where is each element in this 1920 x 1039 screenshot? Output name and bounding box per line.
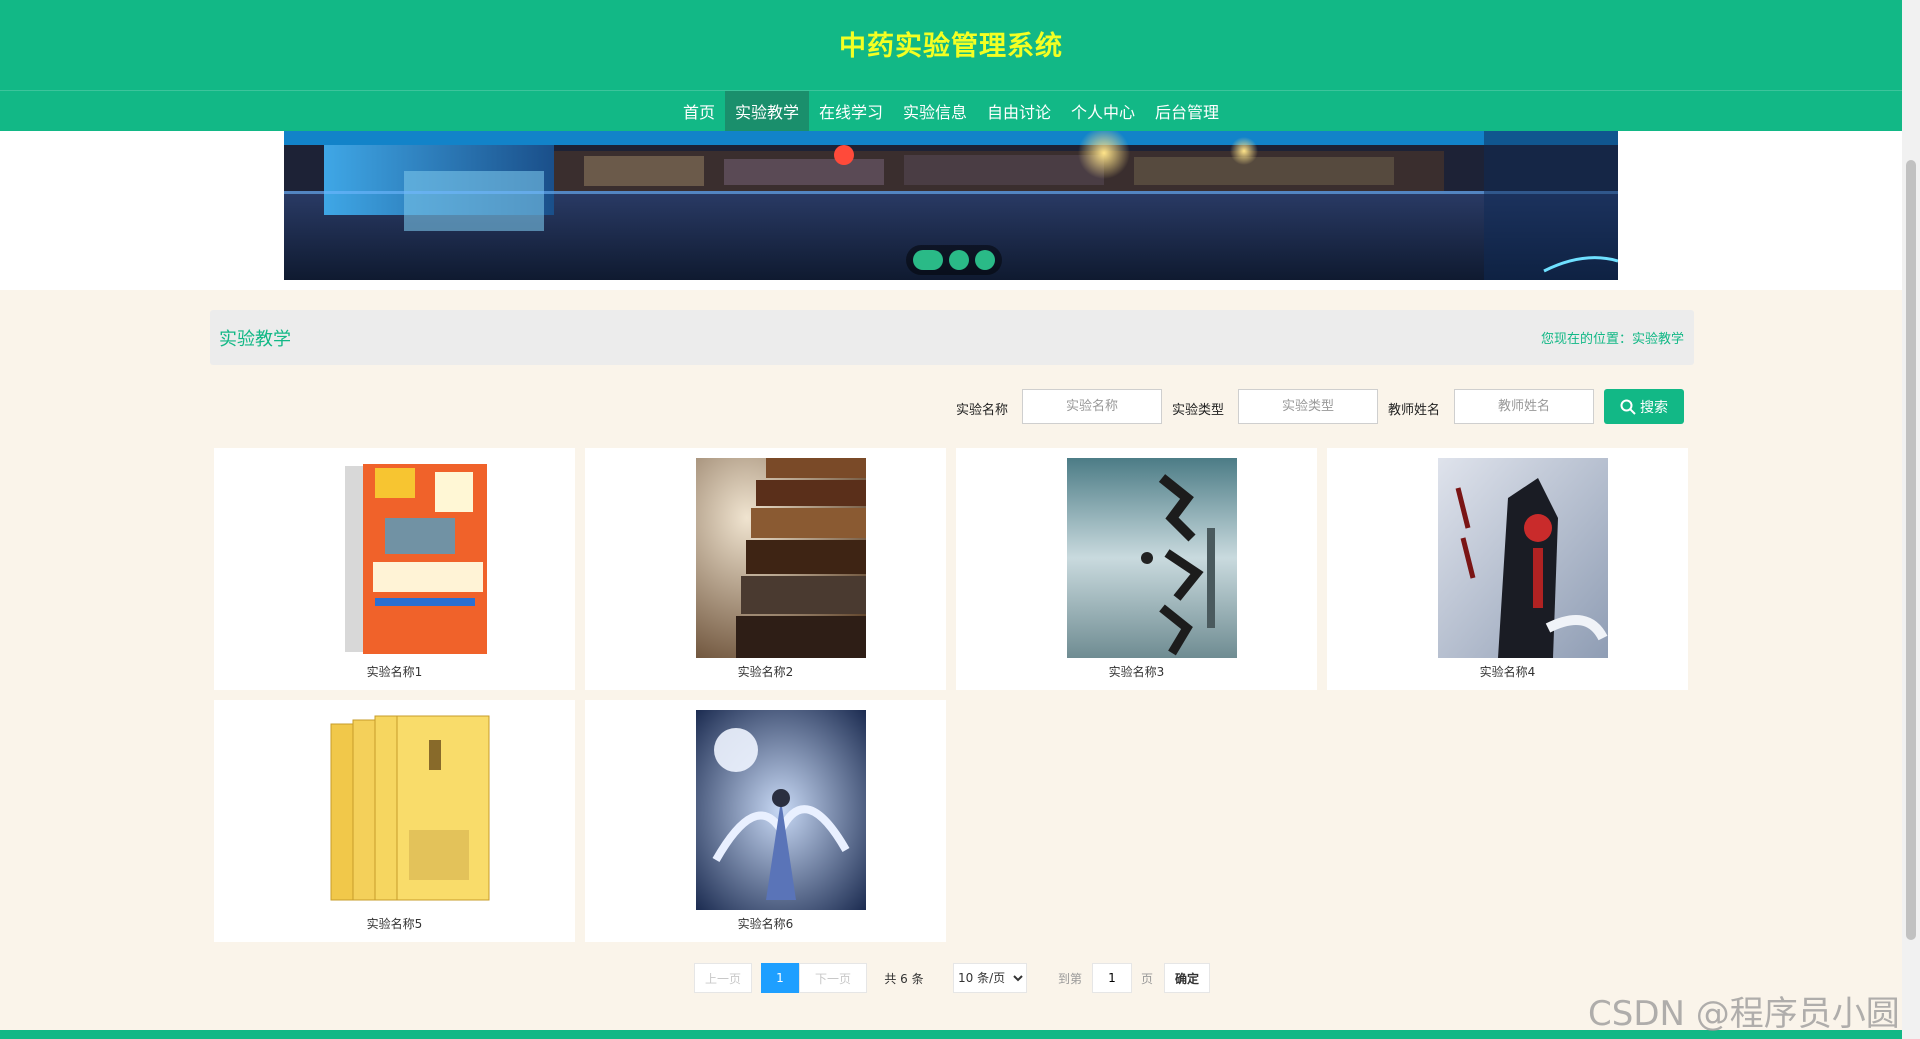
experiment-cover-6 <box>696 710 866 910</box>
experiment-cover-4 <box>1438 458 1608 658</box>
page-1-button[interactable]: 1 <box>761 963 799 993</box>
experiment-name: 实验名称6 <box>737 917 794 931</box>
carousel-dot-3[interactable] <box>975 250 995 270</box>
experiment-cover-2 <box>696 458 866 658</box>
experiment-cover-1 <box>325 458 495 658</box>
scrollbar-thumb[interactable] <box>1906 160 1916 940</box>
page-unit-label: 页 <box>1140 971 1153 986</box>
experiment-card-6[interactable]: 实验名称6 <box>585 700 946 942</box>
carousel-dot-1[interactable] <box>913 250 943 270</box>
experiment-name: 实验名称5 <box>366 917 423 931</box>
experiment-name: 实验名称4 <box>1479 665 1536 679</box>
experiment-cover-5 <box>325 710 495 910</box>
search-button-label: 搜索 <box>1640 399 1668 416</box>
experiment-name-label: 实验名称 <box>956 403 1009 418</box>
breadcrumb-label: 您现在的位置： <box>1540 332 1632 347</box>
nav-item-personal-center[interactable]: 个人中心 <box>1061 91 1145 131</box>
main-nav: 首页 实验教学 在线学习 实验信息 自由讨论 个人中心 后台管理 <box>0 90 1902 131</box>
experiment-card-1[interactable]: 实验名称1 <box>214 448 575 690</box>
experiment-card-4[interactable]: 实验名称4 <box>1327 448 1688 690</box>
nav-item-online-learning[interactable]: 在线学习 <box>809 91 893 131</box>
csdn-watermark: CSDN @程序员小圆 <box>1588 994 1900 1034</box>
experiment-card-3[interactable]: 实验名称3 <box>956 448 1317 690</box>
page-scrollbar[interactable] <box>1902 0 1920 1039</box>
experiment-name: 实验名称2 <box>737 665 794 679</box>
page-size-select[interactable]: 10 条/页 <box>953 963 1027 993</box>
goto-label: 到第 <box>1057 971 1082 986</box>
nav-item-experiment-info[interactable]: 实验信息 <box>893 91 977 131</box>
experiment-card-5[interactable]: 实验名称5 <box>214 700 575 942</box>
nav-item-experiment-teaching[interactable]: 实验教学 <box>724 91 809 131</box>
section-title: 实验教学 <box>219 329 291 350</box>
prev-page-button[interactable]: 上一页 <box>694 963 752 993</box>
teacher-name-input[interactable] <box>1454 389 1594 424</box>
total-count: 共 6 条 <box>884 971 924 986</box>
carousel-dot-2[interactable] <box>949 250 969 270</box>
section-header: 实验教学 您现在的位置：实验教学 <box>210 310 1694 365</box>
confirm-jump-button[interactable]: 确定 <box>1164 963 1210 993</box>
search-icon <box>1620 399 1636 415</box>
carousel-indicators <box>906 245 1002 275</box>
experiment-name-input[interactable] <box>1022 389 1162 424</box>
breadcrumb-current[interactable]: 实验教学 <box>1632 332 1684 347</box>
experiment-card-2[interactable]: 实验名称2 <box>585 448 946 690</box>
experiment-type-input[interactable] <box>1238 389 1378 424</box>
site-header: 中药实验管理系统 <box>0 0 1902 90</box>
site-title: 中药实验管理系统 <box>839 31 1063 62</box>
teacher-name-label: 教师姓名 <box>1388 403 1441 418</box>
goto-page-input[interactable] <box>1092 963 1132 993</box>
nav-item-home[interactable]: 首页 <box>673 91 725 131</box>
breadcrumb: 您现在的位置：实验教学 <box>1541 328 1684 347</box>
nav-item-discussion[interactable]: 自由讨论 <box>977 91 1061 131</box>
search-button[interactable]: 搜索 <box>1604 389 1684 424</box>
experiment-type-label: 实验类型 <box>1172 403 1225 418</box>
next-page-button[interactable]: 下一页 <box>799 963 867 993</box>
experiment-name: 实验名称1 <box>366 665 423 679</box>
experiment-name: 实验名称3 <box>1108 665 1165 679</box>
experiment-cover-3 <box>1067 458 1237 658</box>
nav-item-admin[interactable]: 后台管理 <box>1145 91 1229 131</box>
